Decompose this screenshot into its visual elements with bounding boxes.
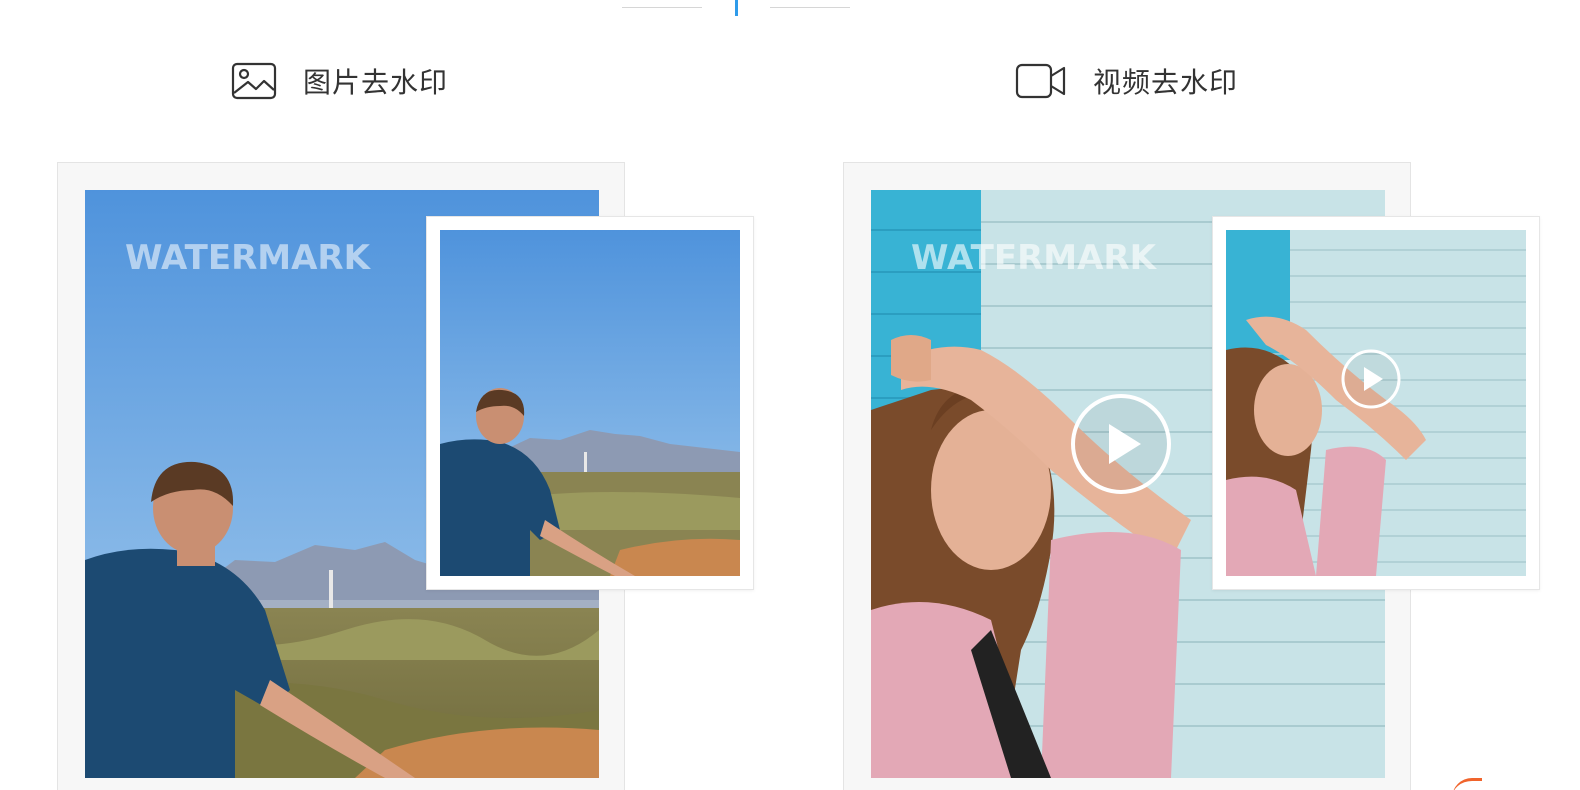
video-watermark-label: 视频去水印 [1093, 66, 1239, 99]
watermark-text: WATERMARK [911, 238, 1156, 278]
image-after-photo [440, 230, 740, 576]
image-after-frame [426, 216, 754, 590]
video-after-frame [1212, 216, 1540, 590]
play-button-small[interactable] [1340, 348, 1402, 410]
image-watermark-heading[interactable]: 图片去水印 [231, 58, 448, 104]
divider-line-left [622, 7, 702, 8]
watermark-text: WATERMARK [125, 238, 370, 278]
video-camera-icon [1015, 61, 1067, 101]
image-icon [231, 61, 277, 101]
divider-accent-mark [735, 0, 738, 16]
video-watermark-heading[interactable]: 视频去水印 [1015, 58, 1238, 104]
decorative-corner-accent [1452, 778, 1482, 790]
page: 图片去水印 视频去水印 WATERMARK WATERMARK [0, 0, 1580, 790]
divider-line-right [770, 7, 850, 8]
play-button[interactable] [1069, 392, 1173, 496]
image-watermark-label: 图片去水印 [303, 66, 449, 99]
video-after-photo [1226, 230, 1526, 576]
